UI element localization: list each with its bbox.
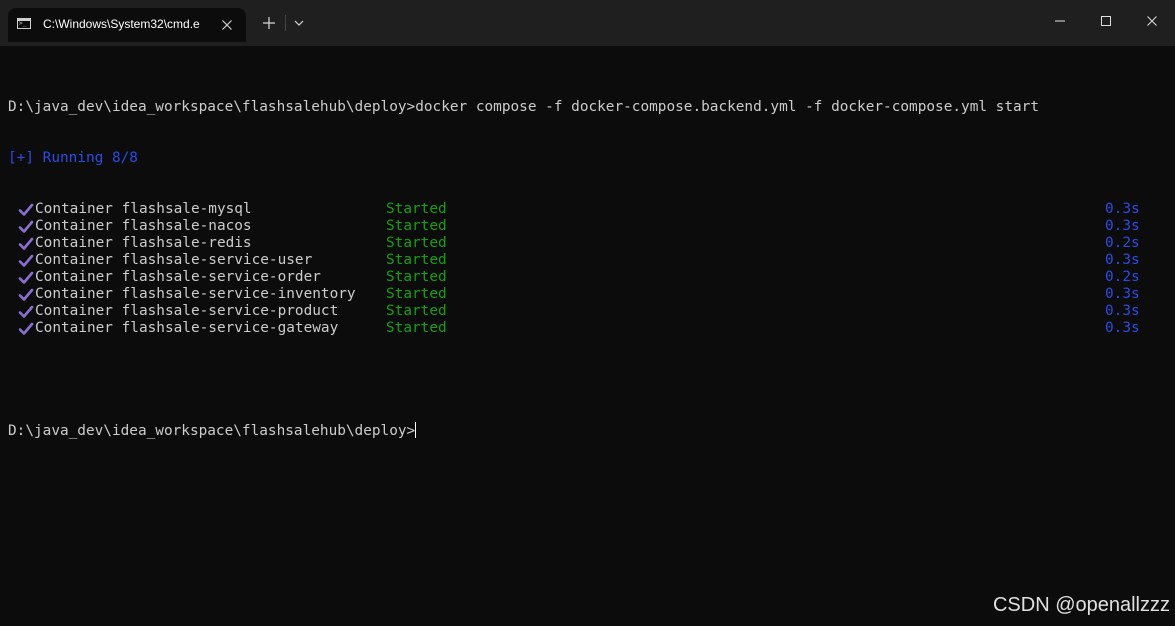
checkmark-icon <box>18 322 34 335</box>
container-time: 0.2s <box>1105 235 1140 251</box>
watermark: CSDN @openallzzz <box>992 594 1170 616</box>
container-status: Started <box>386 303 447 319</box>
new-tab-button[interactable] <box>256 10 282 36</box>
plus-icon <box>263 17 275 29</box>
prompt-line[interactable]: D:\java_dev\idea_workspace\flashsalehub\… <box>8 422 1175 439</box>
container-time: 0.3s <box>1105 218 1140 234</box>
container-name: Container flashsale-mysql <box>35 201 252 217</box>
container-name: Container flashsale-service-product <box>35 303 339 319</box>
container-time: 0.3s <box>1105 320 1140 336</box>
prompt: D:\java_dev\idea_workspace\flashsalehub\… <box>8 423 416 439</box>
container-time: 0.3s <box>1105 286 1140 302</box>
container-status: Started <box>386 269 447 285</box>
container-status: Started <box>386 201 447 217</box>
maximize-icon <box>1101 16 1111 26</box>
container-row: Container flashsale-service-order Started… <box>8 269 1175 286</box>
running-status: [+] Running 8/8 <box>8 150 138 166</box>
tab-divider <box>285 15 286 31</box>
container-name: Container flashsale-nacos <box>35 218 252 234</box>
chevron-down-icon <box>294 20 304 26</box>
command-line: D:\java_dev\idea_workspace\flashsalehub\… <box>8 99 1040 115</box>
checkmark-icon <box>18 203 34 216</box>
close-window-button[interactable] <box>1129 0 1175 40</box>
container-status: Started <box>386 235 447 251</box>
close-icon <box>1147 16 1157 26</box>
close-icon <box>222 20 232 30</box>
container-name: Container flashsale-service-user <box>35 252 313 268</box>
container-row: Container flashsale-redis Started 0.2s <box>8 235 1175 252</box>
maximize-button[interactable] <box>1083 0 1129 40</box>
checkmark-icon <box>18 220 34 233</box>
container-status: Started <box>386 320 447 336</box>
container-list: Container flashsale-mysql Started 0.3s Cont… <box>8 201 1175 337</box>
container-row: Container flashsale-service-inventory Sta… <box>8 286 1175 303</box>
tab-close-button[interactable] <box>216 14 238 36</box>
container-row: Container flashsale-service-product Start… <box>8 303 1175 320</box>
container-row: Container flashsale-service-user Started 0… <box>8 252 1175 269</box>
container-time: 0.2s <box>1105 269 1140 285</box>
text-cursor <box>415 422 417 438</box>
checkmark-icon <box>18 288 34 301</box>
minimize-icon <box>1055 20 1065 22</box>
tab-cmd[interactable]: C:\Windows\System32\cmd.e <box>8 8 246 42</box>
checkmark-icon <box>18 237 34 250</box>
container-time: 0.3s <box>1105 252 1140 268</box>
checkmark-icon <box>18 271 34 284</box>
container-name: Container flashsale-service-gateway <box>35 320 339 336</box>
container-name: Container flashsale-service-order <box>35 269 321 285</box>
container-status: Started <box>386 286 447 302</box>
container-time: 0.3s <box>1105 201 1140 217</box>
container-name: Container flashsale-service-inventory <box>35 286 356 302</box>
container-row: Container flashsale-mysql Started 0.3s <box>8 201 1175 218</box>
title-bar: C:\Windows\System32\cmd.e <box>0 0 1175 46</box>
cmd-icon <box>17 18 31 29</box>
checkmark-icon <box>18 305 34 318</box>
container-name: Container flashsale-redis <box>35 235 252 251</box>
container-time: 0.3s <box>1105 303 1140 319</box>
tab-title: C:\Windows\System32\cmd.e <box>43 17 200 31</box>
container-row: Container flashsale-service-gateway Start… <box>8 320 1175 337</box>
container-status: Started <box>386 218 447 234</box>
checkmark-icon <box>18 254 34 267</box>
terminal-output[interactable]: D:\java_dev\idea_workspace\flashsalehub\… <box>8 65 1175 456</box>
container-row: Container flashsale-nacos Started 0.3s <box>8 218 1175 235</box>
tab-dropdown-button[interactable] <box>289 11 309 35</box>
container-status: Started <box>386 252 447 268</box>
minimize-button[interactable] <box>1037 0 1083 40</box>
